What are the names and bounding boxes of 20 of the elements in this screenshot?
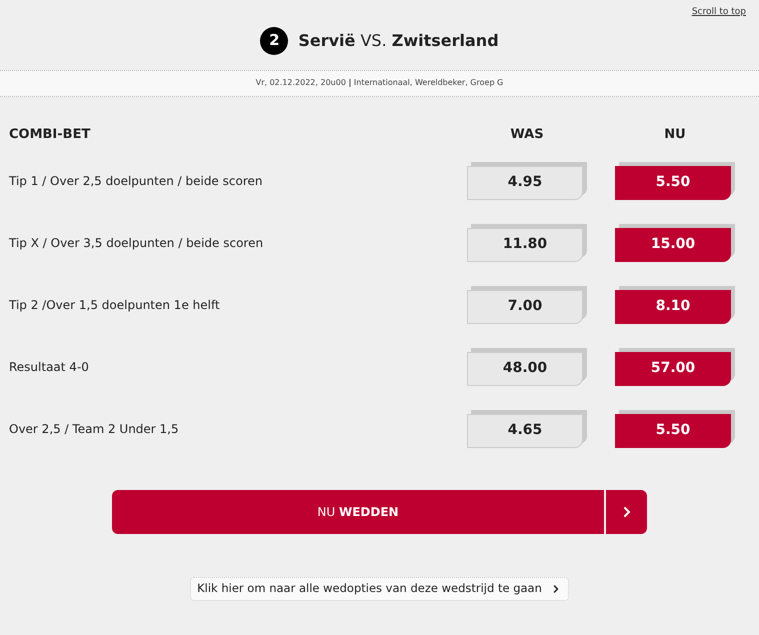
- new-odds-button[interactable]: 5.50: [615, 414, 731, 448]
- scroll-to-top-link[interactable]: Scroll to top: [692, 6, 746, 20]
- new-odds-button[interactable]: 5.50: [615, 166, 731, 200]
- bet-description: Tip X / Over 3,5 doelpunten / beide scoren: [9, 234, 264, 252]
- next-button[interactable]: [606, 490, 647, 534]
- match-number-badge: 2: [260, 26, 288, 54]
- column-header: NU: [663, 126, 687, 144]
- bet-description: Tip 1 / Over 2,5 doelpunten / beide scoren: [9, 172, 264, 190]
- new-odds-button[interactable]: 57.00: [615, 352, 731, 386]
- all-bet-options-link[interactable]: Klik hier om naar alle wedopties van deze wedstrijd te gaan: [190, 576, 569, 600]
- new-odds-button[interactable]: 15.00: [615, 228, 731, 262]
- column-header: COMBI-BET: [9, 126, 92, 144]
- bet-description: Over 2,5 / Team 2 Under 1,5: [9, 420, 180, 438]
- bet-description: Tip 2 /Over 1,5 doelpunten 1e helft: [9, 296, 221, 314]
- column-header: WAS: [509, 126, 545, 144]
- bet-description: Resultaat 4-0: [9, 358, 90, 376]
- bet-now-button[interactable]: NU WEDDEN: [112, 490, 604, 534]
- new-odds-button[interactable]: 8.10: [615, 290, 731, 324]
- match-title: Servië VS. Zwitserland: [298, 30, 499, 52]
- match-info: Vr, 02.12.2022, 20u00 | Internationaal, Wereldbeker, Groep G: [256, 77, 504, 89]
